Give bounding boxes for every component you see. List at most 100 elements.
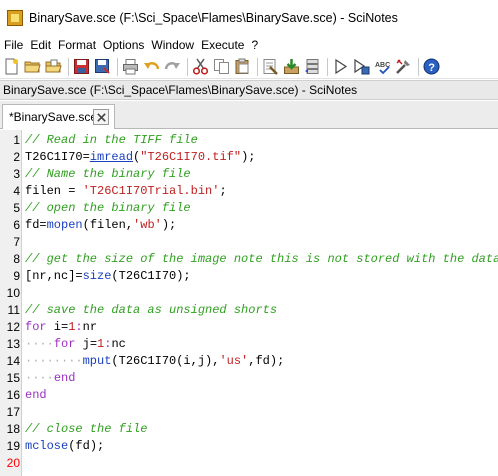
title-bar: BinarySave.sce (F:\Sci_Space\Flames\Bina… [0,0,498,36]
toolbar: ABC ? [0,55,498,79]
menu-file[interactable]: File [1,38,26,52]
keyword: for [25,320,47,334]
window-title: BinarySave.sce (F:\Sci_Space\Flames\Bina… [29,11,398,25]
line-number: 1 [13,133,20,147]
line-number-gutter: 1 2 3 4 5 6 7 8 9 10 11 12 13 14 15 16 1… [0,130,22,476]
code-token: ,fd); [248,354,285,368]
redo-icon[interactable] [163,57,182,76]
code-line: T26C1I70=imread("T26C1I70.tif"); [25,149,255,166]
code-line: // Name the binary file [25,166,191,183]
code-line: ····end [25,370,75,387]
line-number: 11 [7,303,20,317]
code-token: (fd); [68,439,105,453]
toolbar-separator [257,57,258,76]
run-save-icon[interactable] [352,57,371,76]
code-token: nr [82,320,98,334]
abc-icon[interactable]: ABC [373,57,392,76]
toolbar-separator [418,57,419,76]
toolbar-separator [187,57,188,76]
line-number: 2 [13,150,20,164]
whitespace-marker: ········ [25,354,83,368]
line-number: 18 [6,422,20,436]
string-literal: "T26C1I70.tif" [140,150,242,164]
comment: // Name the binary file [25,167,191,181]
code-token: ; [219,184,227,198]
help-icon[interactable]: ? [422,57,441,76]
line-number: 10 [6,286,20,300]
code-editor[interactable]: 1 2 3 4 5 6 7 8 9 10 11 12 13 14 15 16 1… [0,130,498,476]
whitespace-marker: ···· [25,371,54,385]
paste-icon[interactable] [233,57,252,76]
find-icon[interactable] [261,57,280,76]
line-number: 16 [6,388,20,402]
code-token: (T26C1I70(i,j), [111,354,220,368]
code-line: // Read in the TIFF file [25,132,198,149]
function-name: size [82,269,112,283]
code-token: (T26C1I70); [111,269,191,283]
menu-options[interactable]: Options [100,38,147,52]
open-file-icon[interactable] [44,57,63,76]
step-icon[interactable] [303,57,322,76]
tab-label: *BinarySave.sce [9,110,98,124]
function-link[interactable]: imread [90,150,133,164]
file-path-bar: BinarySave.sce (F:\Sci_Space\Flames\Bina… [0,80,498,100]
toolbar-separator [117,57,118,76]
code-line: mclose(fd); [25,438,104,455]
line-number: 6 [13,218,20,232]
line-number: 14 [6,354,20,368]
line-number: 19 [6,439,20,453]
comment: // get the size of the image note this i… [25,252,498,266]
cut-icon[interactable] [191,57,210,76]
code-token: filen = [25,184,83,198]
copy-icon[interactable] [212,57,231,76]
code-line: // save the data as unsigned shorts [25,302,277,319]
comment: // close the file [25,422,148,436]
comment: // Read in the TIFF file [25,133,198,147]
comment: // save the data as unsigned shorts [25,303,278,317]
menu-execute[interactable]: Execute [198,38,247,52]
execute-icon[interactable] [282,57,301,76]
file-path-text: BinarySave.sce (F:\Sci_Space\Flames\Bina… [3,83,358,97]
code-line: fd=mopen(filen,'wb'); [25,217,176,234]
code-line: // get the size of the image note this i… [25,251,498,268]
print-icon[interactable] [121,57,140,76]
menu-help[interactable]: ? [248,38,261,52]
code-token: i= [46,320,69,334]
settings-icon[interactable] [394,57,413,76]
code-token: j= [75,337,98,351]
line-number: 7 [13,235,20,249]
save-as-icon[interactable] [93,57,112,76]
comment: // open the binary file [25,201,191,215]
line-number: 8 [13,252,20,266]
line-number: 15 [6,371,20,385]
code-line: ····for j=1:nc [25,336,126,353]
menu-bar: File Edit Format Options Window Execute … [0,36,498,54]
code-token: ); [241,150,256,164]
line-number: 13 [6,337,20,351]
svg-text:?: ? [428,62,435,74]
line-number: 9 [13,269,20,283]
code-line: // close the file [25,421,147,438]
save-icon[interactable] [72,57,91,76]
close-icon[interactable] [93,109,109,125]
code-line: filen = 'T26C1I70Trial.bin'; [25,183,227,200]
function-name: mclose [25,439,69,453]
new-file-icon[interactable] [2,57,21,76]
code-token: T26C1I70= [25,150,90,164]
function-name: mopen [46,218,83,232]
tab-binarysave[interactable]: *BinarySave.sce [2,104,115,129]
line-number: 4 [13,184,20,198]
whitespace-marker: ···· [25,337,54,351]
menu-window[interactable]: Window [148,38,197,52]
code-token: ); [161,218,177,232]
current-line-number: 20 [6,456,20,470]
menu-format[interactable]: Format [55,38,99,52]
open-folder-icon[interactable] [23,57,42,76]
code-token: fd= [25,218,47,232]
code-token: nc [111,337,126,351]
run-icon[interactable] [331,57,350,76]
menu-edit[interactable]: Edit [27,38,54,52]
line-number: 5 [13,201,20,215]
code-token: (filen, [82,218,134,232]
undo-icon[interactable] [142,57,161,76]
